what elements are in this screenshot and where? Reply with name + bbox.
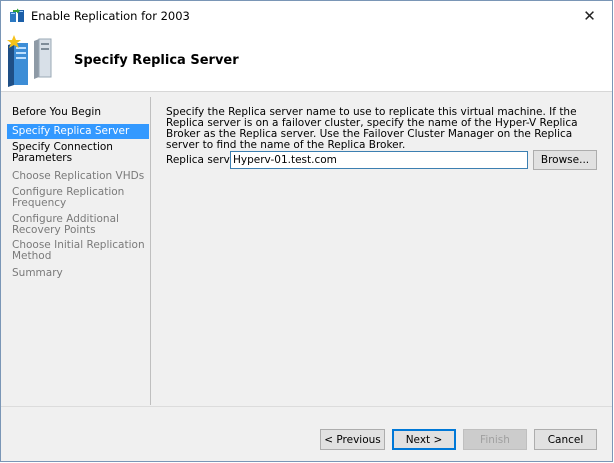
replica-server-input[interactable] [230, 151, 528, 169]
step-summary: Summary [12, 267, 63, 279]
close-button[interactable]: ✕ [567, 1, 612, 31]
hyperv-replication-icon [10, 8, 24, 22]
cancel-button[interactable]: Cancel [534, 429, 597, 450]
step-before-you-begin[interactable]: Before You Begin [7, 107, 149, 118]
next-button[interactable]: Next > [392, 429, 456, 450]
step-specify-connection-parameters[interactable]: Specify Connection Parameters [7, 142, 149, 164]
wizard-header: Specify Replica Server [1, 31, 612, 92]
step-description: Specify the Replica server name to use t… [166, 106, 578, 151]
step-choose-replication-vhds: Choose Replication VHDs [12, 170, 145, 182]
finish-button: Finish [463, 429, 527, 450]
wizard-window: Enable Replication for 2003 ✕ Specify Re… [0, 0, 613, 462]
step-specify-replica-server[interactable]: Specify Replica Server [7, 124, 149, 139]
replica-server-icon [7, 35, 52, 87]
step-configure-additional-recovery-points: Configure Additional Recovery Points [12, 213, 119, 236]
step-choose-initial-replication-method: Choose Initial Replication Method [12, 239, 145, 262]
title-bar[interactable]: Enable Replication for 2003 ✕ [1, 1, 612, 31]
footer-divider [1, 406, 612, 407]
wizard-steps: Before You Begin Specify Replica Server … [1, 92, 150, 403]
window-title: Enable Replication for 2003 [31, 9, 190, 23]
browse-button[interactable]: Browse... [533, 150, 597, 170]
page-title: Specify Replica Server [74, 53, 239, 68]
step-configure-replication-frequency: Configure Replication Frequency [12, 186, 125, 209]
previous-button[interactable]: < Previous [320, 429, 385, 450]
close-icon: ✕ [583, 7, 596, 25]
sidebar-divider [150, 97, 151, 405]
